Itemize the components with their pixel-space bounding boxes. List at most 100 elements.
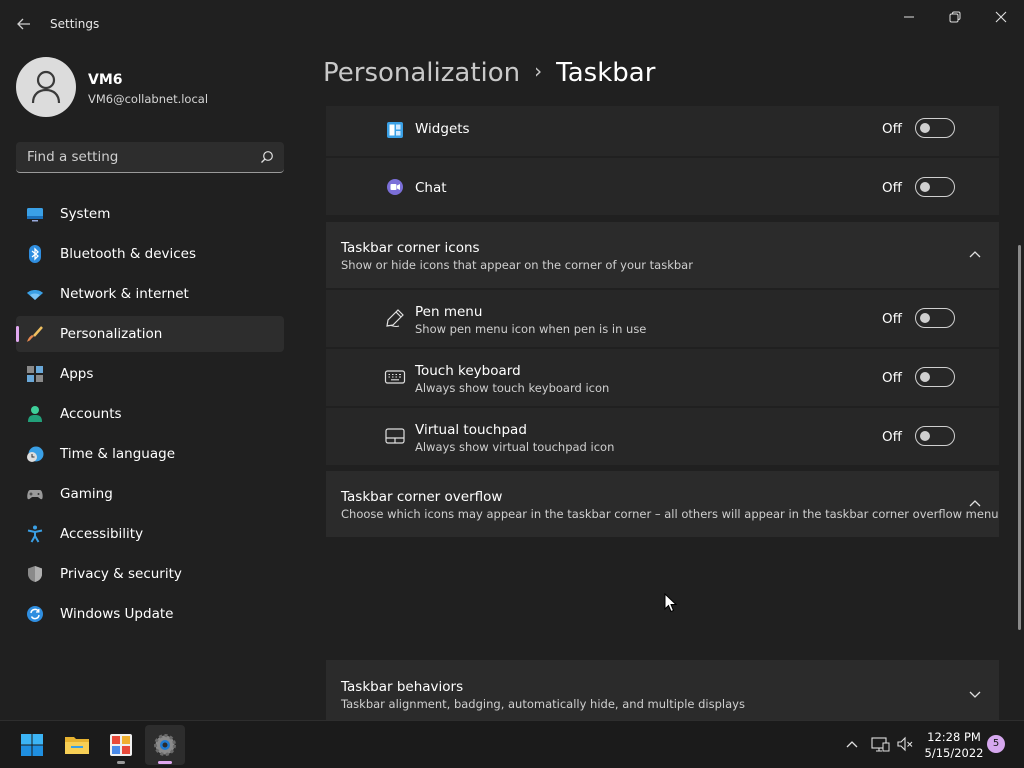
- behaviors-title: Taskbar behaviors: [341, 679, 464, 695]
- behaviors-header[interactable]: Taskbar behaviors Taskbar alignment, bad…: [326, 660, 999, 720]
- sidebar-item-personalization[interactable]: Personalization: [16, 316, 284, 352]
- pen-menu-state: Off: [882, 311, 902, 327]
- gear-icon: [154, 734, 176, 756]
- pinned-app-button[interactable]: [101, 725, 141, 765]
- sidebar-item-time-language[interactable]: Time & language: [16, 436, 284, 472]
- widgets-row: Widgets Off: [326, 106, 999, 156]
- touch-keyboard-state: Off: [882, 370, 902, 386]
- corner-icons-header[interactable]: Taskbar corner icons Show or hide icons …: [326, 222, 999, 288]
- touch-keyboard-row: Touch keyboard Always show touch keyboar…: [326, 349, 999, 406]
- chevron-down-icon[interactable]: [968, 689, 982, 699]
- widgets-toggle[interactable]: [915, 118, 955, 138]
- sidebar-item-gaming[interactable]: Gaming: [16, 476, 284, 512]
- corner-overflow-header[interactable]: Taskbar corner overflow Choose which ico…: [326, 471, 999, 537]
- volume-muted-icon[interactable]: [895, 734, 915, 754]
- shield-icon: [28, 566, 42, 582]
- network-icon[interactable]: [870, 734, 890, 754]
- virtual-touchpad-description: Always show virtual touchpad icon: [415, 440, 615, 454]
- sidebar-item-windows-update[interactable]: Windows Update: [16, 596, 284, 632]
- pen-menu-toggle[interactable]: [915, 308, 955, 328]
- breadcrumb: Personalization › Taskbar: [323, 58, 655, 88]
- settings-app-button[interactable]: [145, 725, 185, 765]
- person-icon: [28, 406, 42, 422]
- minimize-button[interactable]: [889, 6, 929, 28]
- virtual-touchpad-label: Virtual touchpad: [415, 422, 527, 438]
- restore-button[interactable]: [935, 6, 975, 28]
- chevron-up-icon[interactable]: [842, 734, 862, 754]
- minimize-icon: [904, 16, 914, 18]
- start-button[interactable]: [12, 725, 52, 765]
- breadcrumb-separator: ›: [534, 59, 543, 83]
- chat-state: Off: [882, 180, 902, 196]
- virtual-touchpad-toggle[interactable]: [915, 426, 955, 446]
- corner-icons-description: Show or hide icons that appear on the co…: [341, 258, 693, 272]
- sidebar-item-label: Gaming: [60, 486, 113, 502]
- sidebar-item-bluetooth[interactable]: Bluetooth & devices: [16, 236, 284, 272]
- chevron-up-icon[interactable]: [968, 250, 982, 260]
- sidebar-item-accounts[interactable]: Accounts: [16, 396, 284, 432]
- notification-badge[interactable]: 5: [987, 735, 1005, 753]
- sidebar-item-accessibility[interactable]: Accessibility: [16, 516, 284, 552]
- chat-icon: [387, 179, 403, 195]
- sidebar-item-label: System: [60, 206, 111, 222]
- back-arrow-icon: [17, 18, 30, 30]
- sidebar-item-system[interactable]: System: [16, 196, 284, 232]
- close-button[interactable]: [981, 6, 1021, 28]
- search-input[interactable]: Find a setting: [16, 142, 284, 173]
- corner-icons-title: Taskbar corner icons: [341, 240, 480, 256]
- corner-overflow-description: Choose which icons may appear in the tas…: [341, 507, 999, 521]
- file-explorer-button[interactable]: [57, 725, 97, 765]
- accessibility-icon: [27, 525, 43, 543]
- clock-globe-icon: [27, 446, 44, 462]
- toggle-knob: [920, 123, 930, 133]
- search-placeholder: Find a setting: [27, 149, 119, 165]
- touch-keyboard-toggle[interactable]: [915, 367, 955, 387]
- app-title: Settings: [50, 17, 100, 31]
- touch-keyboard-label: Touch keyboard: [415, 363, 521, 379]
- bluetooth-icon: [29, 245, 41, 263]
- content-scrollbar[interactable]: [1018, 245, 1021, 630]
- title-bar: Settings: [0, 0, 1024, 48]
- page-title: Taskbar: [556, 58, 656, 88]
- sidebar-item-label: Accounts: [60, 406, 122, 422]
- profile-email: VM6@collabnet.local: [88, 92, 209, 106]
- touch-keyboard-description: Always show touch keyboard icon: [415, 381, 610, 395]
- folder-icon: [65, 737, 89, 754]
- brush-icon: [27, 326, 43, 342]
- chevron-up-icon[interactable]: [968, 499, 982, 509]
- sidebar-item-label: Network & internet: [60, 286, 189, 302]
- gamepad-icon: [27, 490, 43, 500]
- avatar[interactable]: [16, 57, 76, 117]
- pen-icon: [386, 309, 404, 328]
- back-button[interactable]: [14, 14, 34, 34]
- monitor-icon: [27, 208, 43, 222]
- sidebar-item-apps[interactable]: Apps: [16, 356, 284, 392]
- keyboard-icon: [384, 370, 406, 384]
- person-icon: [31, 70, 61, 104]
- sidebar-item-privacy[interactable]: Privacy & security: [16, 556, 284, 592]
- widgets-label: Widgets: [415, 121, 470, 137]
- active-indicator: [158, 761, 172, 764]
- widgets-icon: [387, 122, 403, 138]
- toggle-knob: [920, 431, 930, 441]
- toggle-knob: [920, 182, 930, 192]
- chat-toggle[interactable]: [915, 177, 955, 197]
- windows-logo-icon: [21, 734, 43, 756]
- wifi-icon: [27, 290, 43, 300]
- breadcrumb-parent[interactable]: Personalization: [323, 58, 520, 88]
- pen-menu-description: Show pen menu icon when pen is in use: [415, 322, 647, 336]
- clock-date[interactable]: 5/15/2022: [924, 746, 984, 760]
- pen-menu-label: Pen menu: [415, 304, 483, 320]
- running-indicator: [117, 761, 125, 764]
- restore-icon: [949, 11, 961, 23]
- sidebar-item-label: Windows Update: [60, 606, 174, 622]
- clock-time[interactable]: 12:28 PM: [924, 730, 984, 744]
- app-icon: [110, 734, 132, 756]
- chat-row: Chat Off: [326, 158, 999, 215]
- windows-taskbar: 12:28 PM 5/15/2022 5: [0, 720, 1024, 768]
- toggle-knob: [920, 372, 930, 382]
- sidebar-item-label: Time & language: [60, 446, 176, 462]
- sidebar-item-network[interactable]: Network & internet: [16, 276, 284, 312]
- close-icon: [995, 11, 1007, 23]
- widgets-state: Off: [882, 121, 902, 137]
